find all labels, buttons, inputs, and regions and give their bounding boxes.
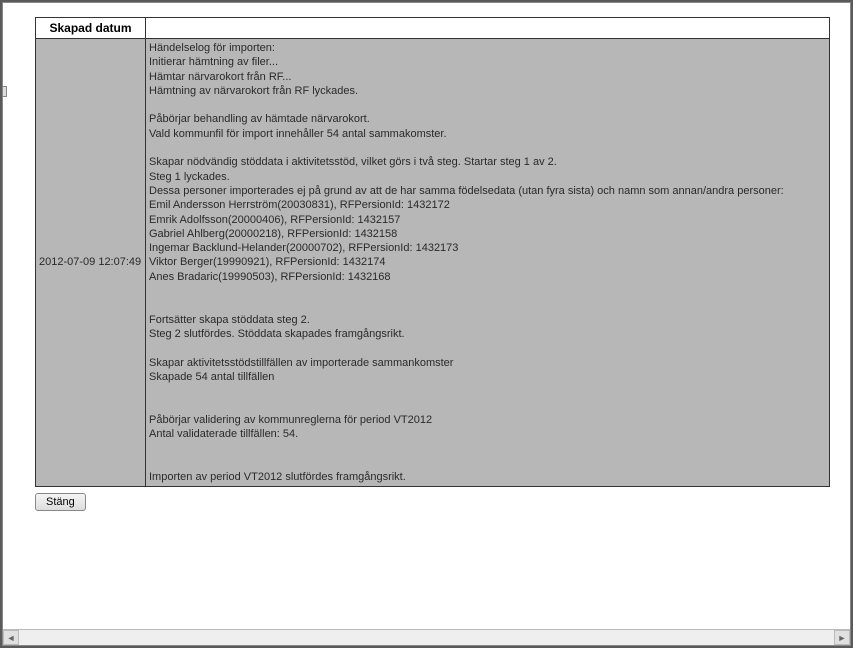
- content-wrap: Skapad datum 2012-07-09 12:07:49 Händels…: [3, 3, 850, 521]
- cell-log-text: Händelselog för importen: Initierar hämt…: [146, 39, 830, 487]
- horizontal-scrollbar[interactable]: ◄ ►: [3, 629, 850, 645]
- table-header-row: Skapad datum: [36, 18, 830, 39]
- dialog-frame: Skapad datum 2012-07-09 12:07:49 Händels…: [2, 2, 851, 646]
- scroll-left-arrow-icon[interactable]: ◄: [3, 630, 19, 645]
- scroll-right-arrow-icon[interactable]: ►: [834, 630, 850, 645]
- import-log-table: Skapad datum 2012-07-09 12:07:49 Händels…: [35, 17, 830, 487]
- cell-timestamp: 2012-07-09 12:07:49: [36, 39, 146, 487]
- header-created-date: Skapad datum: [36, 18, 146, 39]
- table-row: 2012-07-09 12:07:49 Händelselog för impo…: [36, 39, 830, 487]
- close-button[interactable]: Stäng: [35, 493, 86, 511]
- header-log: [146, 18, 830, 39]
- content-scroll-area[interactable]: Skapad datum 2012-07-09 12:07:49 Händels…: [3, 3, 850, 629]
- scroll-track[interactable]: [19, 630, 834, 645]
- close-button-wrap: Stäng: [35, 493, 830, 511]
